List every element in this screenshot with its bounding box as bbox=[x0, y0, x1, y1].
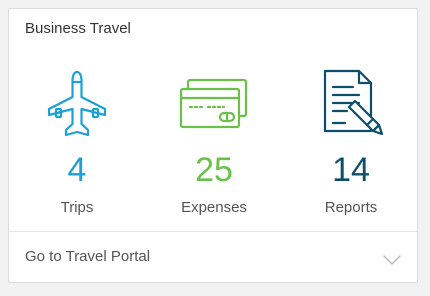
trips-label: Trips bbox=[60, 199, 94, 216]
airplane-icon bbox=[17, 67, 137, 143]
chevron-down-icon[interactable] bbox=[383, 252, 401, 270]
travel-portal-label: Go to Travel Portal bbox=[25, 248, 151, 265]
stat-trips[interactable]: 4 Trips bbox=[17, 67, 137, 216]
business-travel-card: Business Travel 4 Trips 25 Expenses 14 R… bbox=[8, 8, 418, 283]
stat-expenses[interactable]: 25 Expenses bbox=[154, 67, 274, 216]
reports-count: 14 bbox=[332, 151, 370, 189]
card-title: Business Travel bbox=[25, 20, 131, 37]
expenses-count: 25 bbox=[195, 151, 233, 189]
expenses-label: Expenses bbox=[181, 199, 247, 216]
trips-count: 4 bbox=[67, 151, 87, 189]
reports-label: Reports bbox=[324, 199, 378, 216]
travel-portal-link[interactable]: Go to Travel Portal bbox=[9, 232, 417, 283]
credit-cards-icon bbox=[154, 67, 274, 143]
stat-reports[interactable]: 14 Reports bbox=[291, 67, 411, 216]
document-pen-icon bbox=[291, 67, 411, 143]
